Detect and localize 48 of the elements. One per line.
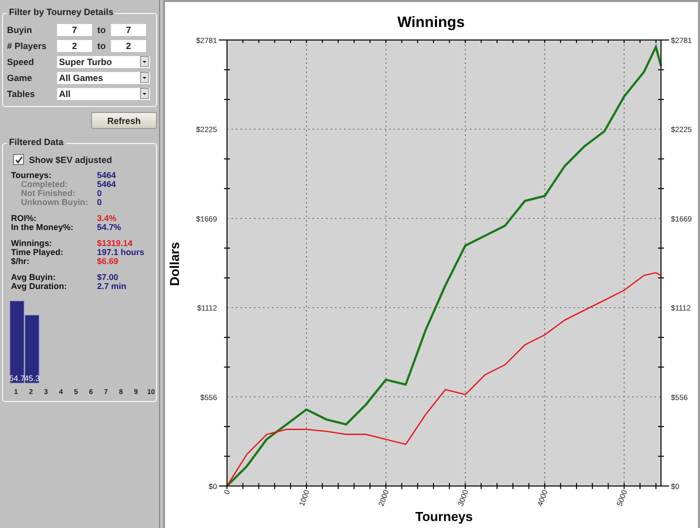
field-label: Tables <box>7 88 36 98</box>
stat-value: 2.7 min <box>97 282 126 291</box>
stat-value: 3.4% <box>97 214 116 223</box>
axis-title: Dollars <box>167 242 182 286</box>
stat-value: $1319.14 <box>97 239 132 248</box>
caret-icon <box>140 88 149 99</box>
field-label: Game <box>7 72 34 82</box>
checkbox-label: Show $EV adjusted <box>29 154 112 164</box>
input-field[interactable]: 7 <box>57 24 92 36</box>
stat-value: 0 <box>97 189 102 198</box>
checkbox[interactable] <box>13 154 24 165</box>
stat-label: Avg Buyin: <box>11 273 57 282</box>
stat-label: In the Money%: <box>11 223 74 232</box>
field-label: to <box>96 24 107 34</box>
field-label: Buyin <box>7 24 34 34</box>
input-field[interactable]: 7 <box>111 24 146 36</box>
stat-value: 5464 <box>97 180 116 189</box>
stat-label: Not Finished: <box>20 189 76 198</box>
dropdown[interactable]: All Games <box>57 72 150 84</box>
refresh-button[interactable]: Refresh <box>91 112 157 129</box>
stat-value: 0 <box>97 198 102 207</box>
group-title: Filtered Data <box>7 137 66 147</box>
stat-label: Tourneys: <box>11 171 52 180</box>
stat-label: Completed: <box>21 180 69 189</box>
stat-label: $/hr: <box>11 257 30 266</box>
stat-value: 197.1 hours <box>97 248 144 257</box>
stat-value: $7.00 <box>97 273 118 282</box>
caret-icon <box>140 72 149 83</box>
chart-title: Winnings <box>397 14 465 31</box>
dropdown[interactable]: All <box>57 88 150 100</box>
stat-value: 5464 <box>97 171 116 180</box>
stat-label: ROI%: <box>11 214 38 223</box>
group-title: Filter by Tourney Details <box>7 7 116 17</box>
axis-title: Tourneys <box>415 509 473 524</box>
stat-label: Time Played: <box>11 248 64 257</box>
stat-label: Winnings: <box>11 239 53 248</box>
field-label: # Players <box>7 40 48 50</box>
input-field[interactable]: 2 <box>57 40 92 52</box>
stat-label: Unknown Buyin: <box>20 198 90 207</box>
field-label: to <box>96 40 107 50</box>
dropdown[interactable]: Super Turbo <box>57 56 150 68</box>
stat-label: Avg Duration: <box>11 282 68 291</box>
histogram-bar <box>24 314 40 384</box>
stat-value: 54.7% <box>97 223 122 232</box>
stat-value: $6.69 <box>97 257 118 266</box>
input-field[interactable]: 2 <box>111 40 146 52</box>
field-label: Speed <box>7 56 36 66</box>
caret-icon <box>140 56 149 67</box>
